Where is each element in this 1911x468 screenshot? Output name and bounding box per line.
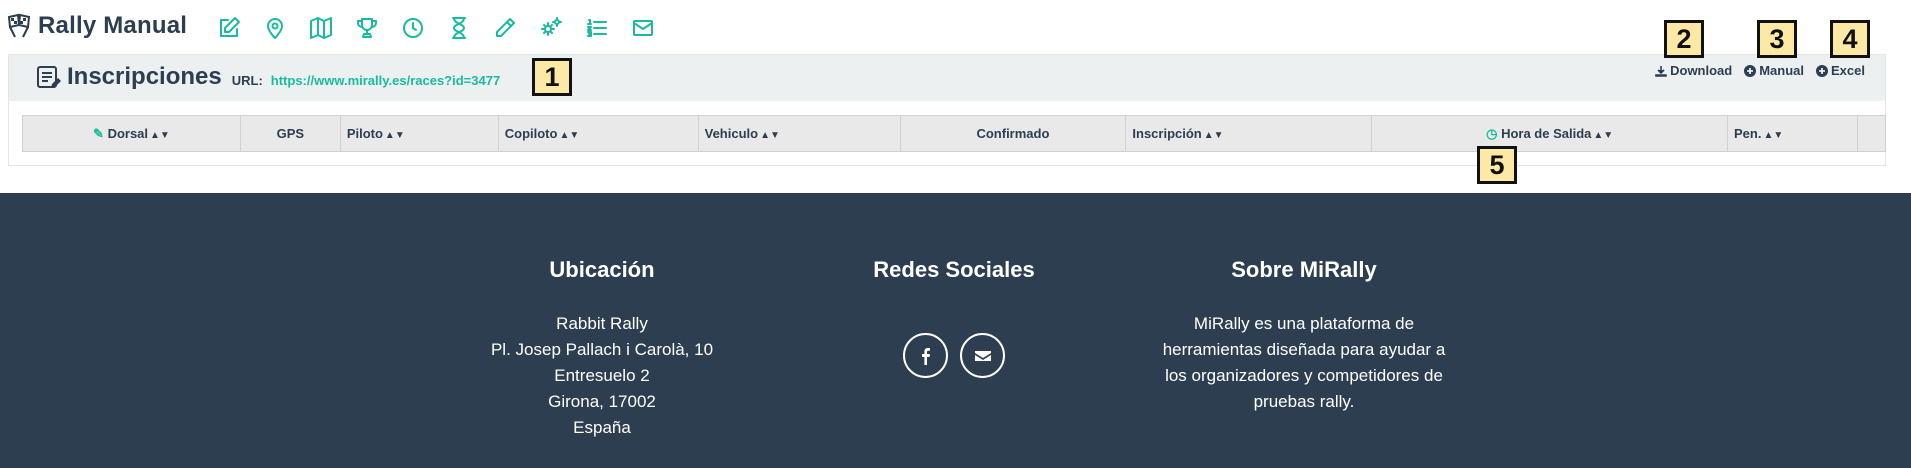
facebook-icon [921, 347, 930, 365]
address-line: Girona, 17002 [548, 392, 656, 411]
pencil-icon[interactable] [482, 14, 528, 42]
ordered-list-icon[interactable] [574, 14, 620, 42]
clock-icon[interactable] [390, 14, 436, 42]
about-line: herramientas diseñada para ayudar a [1162, 340, 1446, 359]
column-gps[interactable]: GPS [239, 115, 341, 152]
column-pen[interactable]: Pen. ▲▼ [1727, 115, 1858, 152]
top-navbar: Rally Manual [0, 0, 1911, 56]
toolbar-icons [206, 14, 666, 42]
column-label: Hora de Salida [1501, 125, 1592, 141]
cogs-icon[interactable] [528, 14, 574, 42]
page-title: Inscripciones [67, 63, 222, 90]
download-button[interactable]: Download [1655, 63, 1732, 78]
brand[interactable]: Rally Manual [6, 12, 187, 40]
address-line: España [573, 418, 631, 437]
column-confirmado[interactable]: Confirmado [899, 115, 1127, 152]
form-list-icon [37, 66, 61, 88]
footer-location: Ubicación Rabbit Rally Pl. Josep Pallach… [452, 193, 752, 441]
pencil-icon: ✎ [93, 125, 104, 141]
column-inscripcion[interactable]: Inscripción ▲▼ [1125, 115, 1373, 152]
table-header-row: ✎ Dorsal ▲▼ GPS Piloto ▲▼ Copiloto ▲▼ Vehic… [22, 115, 1887, 152]
column-label: Dorsal [107, 125, 149, 141]
download-icon [1655, 65, 1667, 77]
about-line: MiRally es una plataforma de [1193, 314, 1415, 333]
column-hora-salida[interactable]: ◷ Hora de Salida ▲▼ [1371, 115, 1729, 152]
sort-icon: ▲▼ [760, 130, 780, 141]
callout-2: 2 [1664, 20, 1704, 58]
column-piloto[interactable]: Piloto ▲▼ [339, 115, 499, 152]
sort-icon: ▲▼ [1593, 129, 1614, 141]
race-url-link[interactable]: https://www.mirally.es/races?id=3477 [271, 73, 500, 88]
address-line: Entresuelo 2 [554, 366, 650, 385]
excel-button[interactable]: Excel [1816, 63, 1865, 78]
inscriptions-table: ✎ Dorsal ▲▼ GPS Piloto ▲▼ Copiloto ▲▼ Vehic… [22, 115, 1887, 152]
about-line: los organizadores y competidores de [1165, 366, 1443, 385]
hourglass-icon[interactable] [436, 14, 482, 42]
column-dorsal[interactable]: ✎ Dorsal ▲▼ [22, 115, 241, 152]
footer-about: Sobre MiRally MiRally es una plataforma … [1154, 193, 1454, 415]
download-label: Download [1670, 63, 1733, 78]
edit-icon[interactable] [206, 14, 252, 42]
column-label: Pen. [1734, 126, 1762, 141]
plus-circle-icon [1816, 64, 1829, 77]
column-label: Confirmado [976, 126, 1050, 141]
column-extra [1856, 115, 1887, 152]
footer: Ubicación Rabbit Rally Pl. Josep Pallach… [0, 193, 1911, 468]
map-icon[interactable] [298, 14, 344, 42]
facebook-button[interactable] [903, 333, 948, 378]
footer-social: Redes Sociales [804, 193, 1104, 378]
app-title: Rally Manual [38, 12, 188, 39]
column-vehiculo[interactable]: Vehiculo ▲▼ [697, 115, 901, 152]
column-label: Vehiculo [704, 126, 759, 141]
envelope-icon[interactable] [620, 14, 666, 42]
url-label: URL: [231, 72, 263, 88]
panel-title: Inscripciones URL: https://www.mirally.e… [35, 63, 500, 91]
clock-icon: ◷ [1486, 125, 1498, 141]
sort-icon: ▲▼ [384, 130, 405, 141]
footer-location-title: Ubicación [549, 257, 655, 282]
callout-3: 3 [1757, 20, 1797, 58]
panel-header: Inscripciones URL: https://www.mirally.e… [9, 55, 1885, 101]
column-label: Piloto [346, 126, 383, 141]
callout-1: 1 [532, 58, 572, 96]
social-links [804, 333, 1104, 378]
footer-about-title: Sobre MiRally [1231, 257, 1377, 282]
callout-4: 4 [1830, 20, 1870, 58]
address-line: Pl. Josep Pallach i Carolà, 10 [490, 340, 714, 359]
plus-circle-icon [1744, 64, 1757, 77]
sort-icon: ▲▼ [1203, 130, 1224, 141]
footer-social-title: Redes Sociales [873, 257, 1035, 282]
callout-5: 5 [1477, 146, 1517, 184]
manual-button[interactable]: Manual [1744, 63, 1804, 78]
envelope-icon [974, 350, 991, 361]
email-button[interactable] [960, 333, 1005, 378]
column-label: GPS [276, 126, 305, 141]
about-line: pruebas rally. [1253, 392, 1355, 411]
checkered-flags-icon [7, 13, 31, 38]
excel-label: Excel [1831, 63, 1865, 78]
sort-icon: ▲▼ [1763, 130, 1784, 141]
sort-icon: ▲▼ [150, 129, 170, 141]
manual-label: Manual [1759, 63, 1805, 78]
column-copiloto[interactable]: Copiloto ▲▼ [497, 115, 699, 152]
address-line: Rabbit Rally [556, 314, 648, 333]
trophy-icon[interactable] [344, 14, 390, 42]
column-label: Inscripción [1132, 126, 1202, 141]
map-marker-icon[interactable] [252, 14, 298, 42]
column-label: Copiloto [504, 126, 558, 141]
panel-actions: Download Manual Excel [1655, 63, 1865, 78]
sort-icon: ▲▼ [559, 130, 580, 141]
